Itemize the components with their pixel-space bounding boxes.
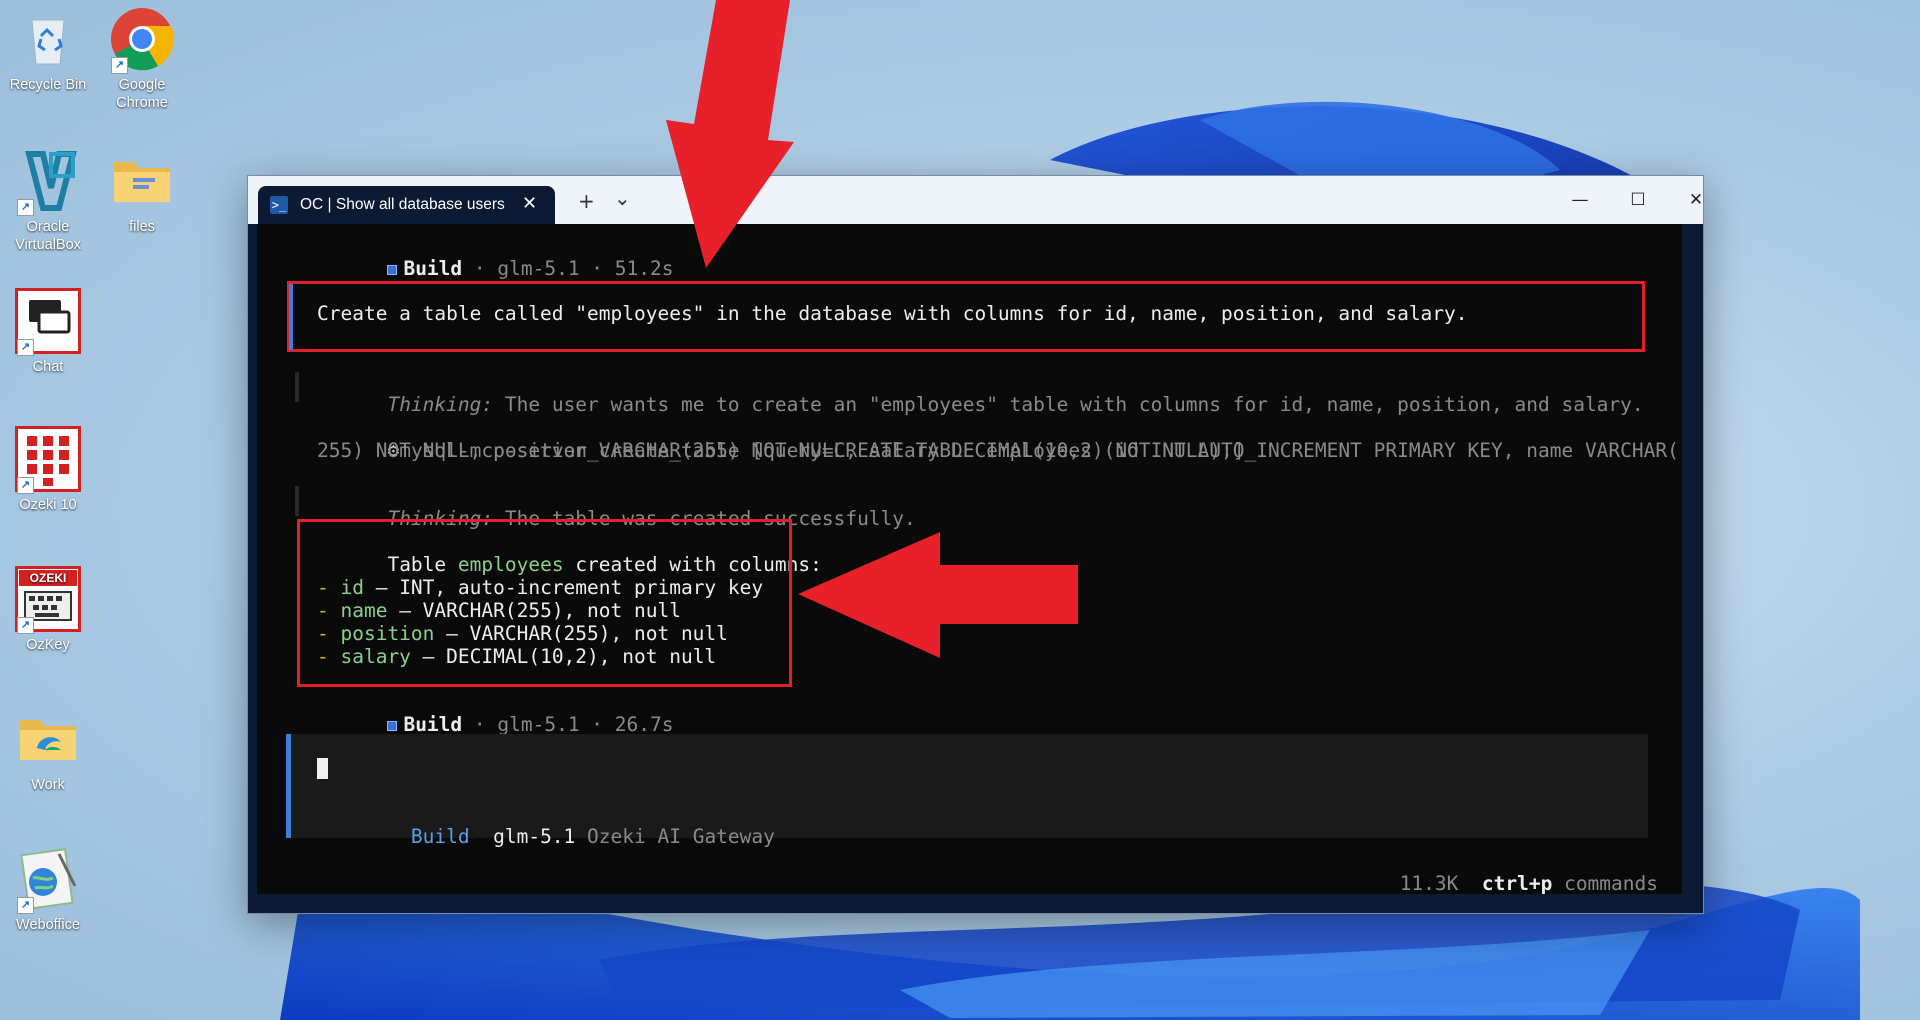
annotation-arrow-down-icon bbox=[666, 0, 794, 268]
annotation-arrow-left-icon bbox=[798, 532, 1078, 658]
annotation-arrows bbox=[666, 0, 1078, 658]
